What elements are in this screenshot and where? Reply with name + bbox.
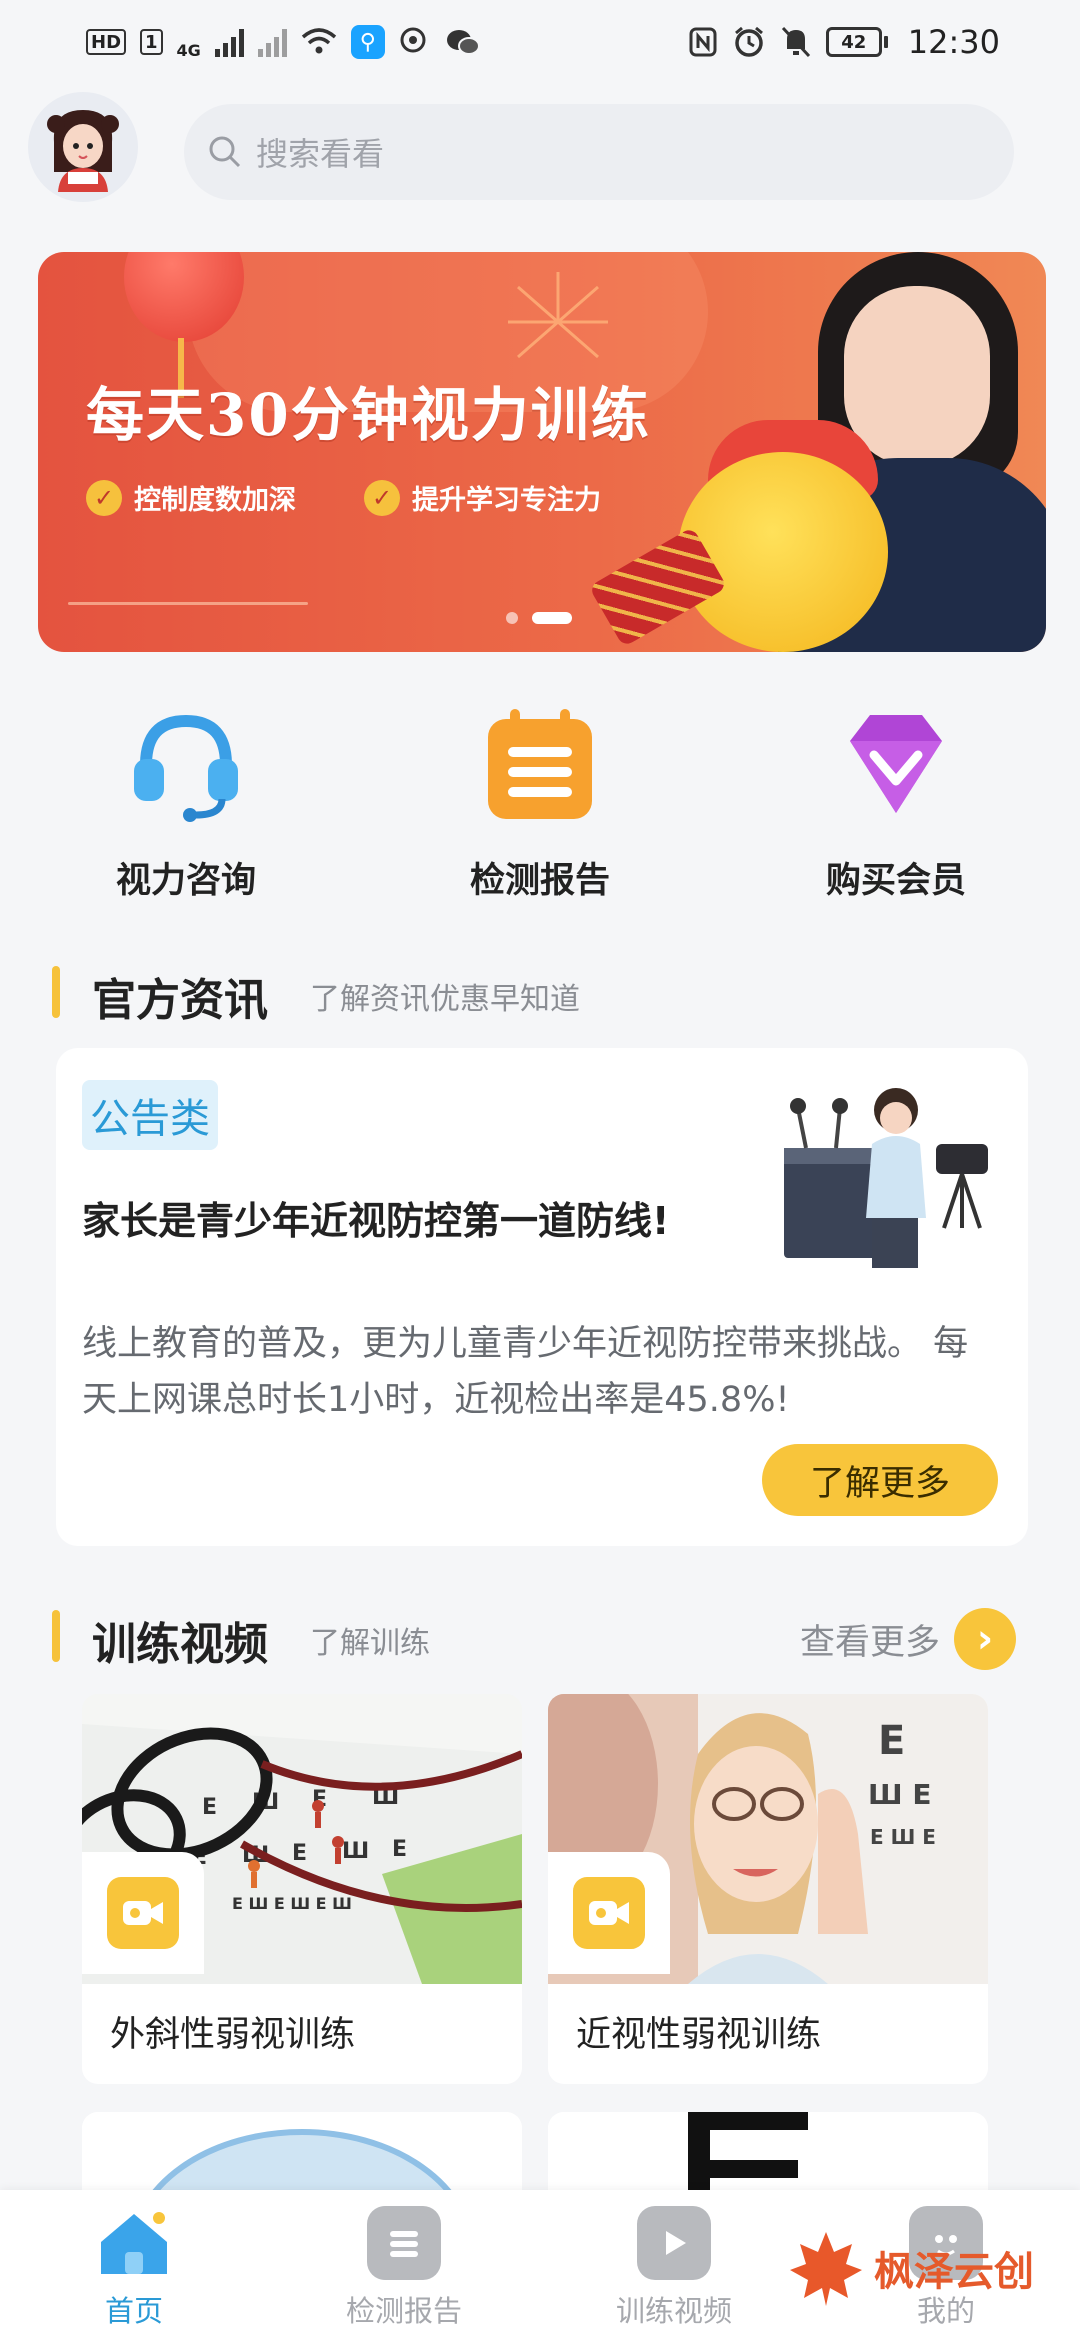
watermark: 枫泽云创 bbox=[786, 2228, 1034, 2308]
chevron-right-icon: › bbox=[954, 1608, 1017, 1670]
section-accent-bar bbox=[52, 1610, 60, 1662]
video-camera-icon bbox=[107, 1877, 179, 1949]
status-bar-right: 42 12:30 bbox=[688, 23, 1000, 61]
network-type: 4G bbox=[176, 40, 201, 60]
clock: 12:30 bbox=[907, 23, 1000, 61]
chick-mascot-icon bbox=[678, 452, 888, 652]
video-camera-icon bbox=[573, 1877, 645, 1949]
see-more-button[interactable]: 查看更多 › bbox=[800, 1608, 1017, 1670]
presenter-face bbox=[844, 286, 990, 466]
status-bar: HD 1 4G ⚲ 42 12:30 bbox=[0, 0, 1080, 84]
mute-icon bbox=[781, 26, 810, 58]
svg-text:E: E bbox=[392, 1837, 407, 1862]
hd-indicator: HD bbox=[86, 29, 127, 55]
diamond-icon bbox=[833, 700, 959, 826]
firework-icon bbox=[508, 272, 608, 359]
press-conference-illustration bbox=[784, 1088, 988, 1268]
category-badge: 公告类 bbox=[82, 1080, 218, 1150]
check-icon: ✓ bbox=[86, 479, 122, 516]
battery-level: 42 bbox=[825, 27, 882, 57]
wechat-icon bbox=[446, 30, 480, 55]
news-body: 线上教育的普及，更为儿童青少年近视防控带来挑战。 每天上网课总时长1小时，近视检… bbox=[82, 1324, 969, 1420]
report-tab-icon bbox=[367, 2206, 441, 2280]
tab-label: 检测报告 bbox=[345, 2294, 462, 2328]
video-card[interactable]: EШEШ EШEШE E Ш E Ш E Ш 外斜性弱视训练 bbox=[82, 1694, 522, 2084]
banner-feature-label: 控制度数加深 bbox=[134, 485, 296, 516]
home-icon bbox=[97, 2206, 171, 2280]
avatar[interactable] bbox=[28, 92, 138, 202]
bottom-tab-bar: 首页 检测报告 训练视频 我的 枫泽云创 bbox=[0, 2190, 1080, 2340]
news-card[interactable]: 公告类 家长是青少年近视防控第一道防线! 线上教育的普及，更为儿童青少年近视防控… bbox=[56, 1048, 1028, 1546]
tab-report[interactable]: 检测报告 bbox=[304, 2206, 504, 2330]
video-play-badge bbox=[82, 1852, 204, 1974]
tab-video[interactable]: 训练视频 bbox=[574, 2206, 774, 2330]
banner-feature-2: ✓ 提升学习专注力 bbox=[364, 478, 601, 517]
svg-text:Ш: Ш bbox=[342, 1839, 369, 1864]
banner-feature-label: 提升学习专注力 bbox=[412, 485, 601, 516]
svg-text:E: E bbox=[292, 1841, 307, 1866]
quick-action-label: 视力咨询 bbox=[115, 861, 256, 901]
quick-action-label: 检测报告 bbox=[469, 861, 610, 901]
nfc-icon bbox=[689, 27, 717, 57]
girl-avatar-icon bbox=[47, 110, 119, 192]
banner-feature-1: ✓ 控制度数加深 bbox=[86, 478, 296, 517]
banner-title: 每天30分钟视力训练 bbox=[86, 381, 651, 449]
status-bar-left: HD 1 4G ⚲ bbox=[86, 25, 481, 60]
tab-home[interactable]: 首页 bbox=[34, 2206, 234, 2330]
quick-action-consult[interactable]: 视力咨询 bbox=[66, 700, 306, 903]
section-accent-bar bbox=[52, 966, 60, 1018]
video-title: 近视性弱视训练 bbox=[576, 2015, 822, 2055]
svg-text:Ш E: Ш E bbox=[868, 1778, 931, 1811]
tab-label: 首页 bbox=[104, 2294, 163, 2328]
banner-pagination bbox=[506, 612, 572, 624]
signal-secondary-icon bbox=[257, 27, 287, 57]
wifi-icon bbox=[301, 28, 336, 54]
video-section-subtitle: 了解训练 bbox=[310, 1626, 430, 1661]
search-app-icon: ⚲ bbox=[350, 25, 385, 59]
alarm-icon bbox=[734, 26, 763, 57]
watermark-text: 枫泽云创 bbox=[874, 2249, 1034, 2295]
play-tab-icon bbox=[637, 2206, 711, 2280]
news-section-title: 官方资讯 bbox=[92, 975, 268, 1026]
news-headline: 家长是青少年近视防控第一道防线! bbox=[82, 1199, 670, 1243]
svg-text:E Ш E Ш E Ш: E Ш E Ш E Ш bbox=[232, 1894, 352, 1913]
video-section-title: 训练视频 bbox=[92, 1619, 268, 1670]
quick-action-membership[interactable]: 购买会员 bbox=[776, 700, 1016, 903]
check-icon: ✓ bbox=[364, 479, 400, 516]
svg-text:E: E bbox=[878, 1718, 905, 1764]
svg-text:E Ш E: E Ш E bbox=[870, 1825, 936, 1849]
svg-text:E: E bbox=[202, 1795, 217, 1820]
tab-label: 训练视频 bbox=[615, 2294, 732, 2328]
search-placeholder: 搜索看看 bbox=[256, 135, 385, 173]
battery-icon: 42 bbox=[825, 27, 888, 57]
location-icon bbox=[400, 27, 426, 53]
report-icon bbox=[477, 700, 603, 826]
video-title: 外斜性弱视训练 bbox=[110, 2015, 356, 2055]
search-bar[interactable]: 搜索看看 bbox=[184, 104, 1014, 200]
learn-more-button[interactable]: 了解更多 bbox=[762, 1444, 998, 1516]
pagination-dot[interactable] bbox=[506, 612, 518, 624]
signal-icon bbox=[214, 27, 244, 57]
quick-action-label: 购买会员 bbox=[825, 861, 966, 901]
news-section-subtitle: 了解资讯优惠早知道 bbox=[310, 982, 580, 1017]
video-play-badge bbox=[548, 1852, 670, 1974]
search-icon bbox=[209, 136, 241, 168]
see-more-label: 查看更多 bbox=[800, 1622, 941, 1663]
maple-leaf-logo-icon bbox=[790, 2232, 862, 2306]
promo-banner[interactable]: 每天30分钟视力训练 ✓ 控制度数加深 ✓ 提升学习专注力 bbox=[38, 252, 1046, 652]
pagination-dot-active[interactable] bbox=[532, 612, 572, 624]
headset-icon bbox=[123, 700, 249, 826]
banner-divider bbox=[68, 602, 308, 605]
quick-action-report[interactable]: 检测报告 bbox=[420, 700, 660, 903]
video-card[interactable]: E Ш E E Ш E 近视性弱视训练 bbox=[548, 1694, 988, 2084]
sim-indicator: 1 bbox=[140, 29, 163, 55]
